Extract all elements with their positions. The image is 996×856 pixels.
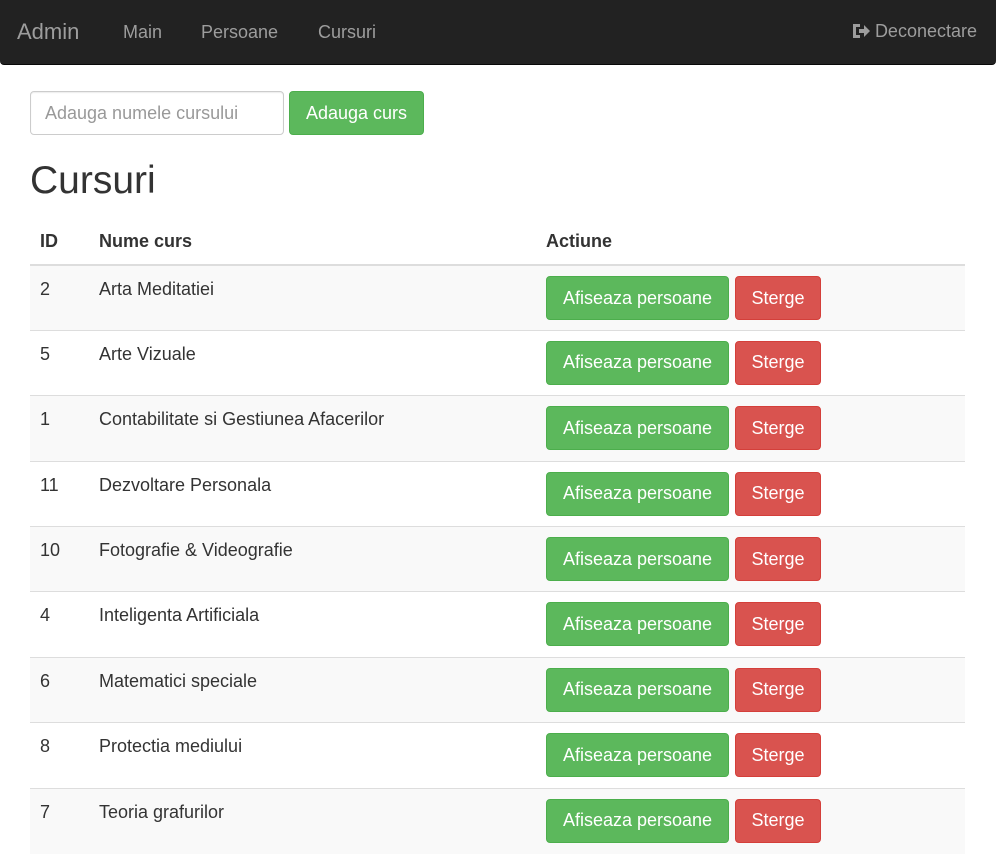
show-persons-button[interactable]: Afiseaza persoane [546, 340, 729, 385]
logout-icon [851, 22, 871, 40]
logout-link[interactable]: Deconectare [851, 21, 977, 41]
table-row: 11 Dezvoltare Personala Afiseaza persoane S… [30, 460, 965, 527]
course-name: Contabilitate si Gestiunea Afacerilor [89, 395, 536, 462]
nav-link-cursuri[interactable]: Cursuri [318, 22, 376, 42]
header-action: Actiune [536, 219, 965, 266]
show-persons-button[interactable]: Afiseaza persoane [546, 667, 729, 712]
table-row: 10 Fotografie & Videografie Afiseaza perso… [30, 526, 965, 592]
row-actions: Afiseaza persoane Sterge [536, 722, 965, 789]
table-row: 5 Arte Vizuale Afiseaza persoane Sterge [30, 329, 965, 396]
course-id: 6 [30, 656, 89, 723]
table-row: 4 Inteligenta Artificiala Afiseaza persoan… [30, 591, 965, 658]
delete-button[interactable]: Sterge [735, 340, 821, 385]
show-persons-button[interactable]: Afiseaza persoane [546, 733, 729, 778]
delete-button[interactable]: Sterge [735, 471, 821, 516]
row-actions: Afiseaza persoane Sterge [536, 395, 965, 462]
table-row: 8 Protectia mediului Afiseaza persoane Ster… [30, 722, 965, 789]
show-persons-button[interactable]: Afiseaza persoane [546, 471, 729, 516]
row-actions: Afiseaza persoane Sterge [536, 264, 965, 331]
course-name: Matematici speciale [89, 656, 536, 723]
delete-button[interactable]: Sterge [735, 537, 821, 582]
course-name: Teoria grafurilor [89, 787, 536, 854]
navbar-brand[interactable]: Admin [17, 18, 79, 46]
course-name-input[interactable] [30, 91, 284, 135]
page-title: Cursuri [30, 159, 156, 202]
logout-label: Deconectare [874, 21, 977, 41]
course-id: 2 [30, 264, 89, 331]
header-name: Nume curs [89, 219, 536, 266]
row-actions: Afiseaza persoane Sterge [536, 460, 965, 527]
show-persons-button[interactable]: Afiseaza persoane [546, 602, 729, 647]
table-row: 6 Matematici speciale Afiseaza persoane Ste… [30, 656, 965, 723]
delete-button[interactable]: Sterge [735, 406, 821, 451]
row-actions: Afiseaza persoane Sterge [536, 656, 965, 723]
show-persons-button[interactable]: Afiseaza persoane [546, 406, 729, 451]
course-id: 8 [30, 722, 89, 789]
course-name: Inteligenta Artificiala [89, 591, 536, 658]
delete-button[interactable]: Sterge [735, 276, 821, 320]
delete-button[interactable]: Sterge [735, 798, 821, 843]
course-id: 4 [30, 591, 89, 658]
course-name: Dezvoltare Personala [89, 460, 536, 527]
course-id: 5 [30, 329, 89, 396]
courses-table: ID Nume curs Actiune 2 Arta Meditatiei Afi… [30, 219, 965, 854]
show-persons-button[interactable]: Afiseaza persoane [546, 276, 729, 320]
delete-button[interactable]: Sterge [735, 667, 821, 712]
navbar: Admin Main Persoane Cursuri Deconectare [0, 0, 996, 65]
nav-link-main[interactable]: Main [123, 22, 162, 42]
row-actions: Afiseaza persoane Sterge [536, 591, 965, 658]
nav-link-persoane[interactable]: Persoane [201, 22, 278, 42]
header-id: ID [30, 219, 89, 266]
course-name: Arta Meditatiei [89, 264, 536, 331]
course-id: 7 [30, 787, 89, 854]
table-row: 2 Arta Meditatiei Afiseaza persoane Sterge [30, 264, 965, 331]
row-actions: Afiseaza persoane Sterge [536, 526, 965, 592]
delete-button[interactable]: Sterge [735, 733, 821, 778]
table-row: 7 Teoria grafurilor Afiseaza persoane Sterg… [30, 787, 965, 854]
show-persons-button[interactable]: Afiseaza persoane [546, 798, 729, 843]
course-id: 11 [30, 460, 89, 527]
delete-button[interactable]: Sterge [735, 602, 821, 647]
row-actions: Afiseaza persoane Sterge [536, 329, 965, 396]
add-course-form: Adauga curs [30, 91, 424, 135]
table-header-row: ID Nume curs Actiune [30, 219, 965, 266]
course-id: 10 [30, 526, 89, 592]
add-course-button[interactable]: Adauga curs [289, 91, 424, 135]
course-name: Arte Vizuale [89, 329, 536, 396]
show-persons-button[interactable]: Afiseaza persoane [546, 537, 729, 582]
course-name: Fotografie & Videografie [89, 526, 536, 592]
row-actions: Afiseaza persoane Sterge [536, 787, 965, 854]
table-row: 1 Contabilitate si Gestiunea Afacerilor Af… [30, 395, 965, 462]
course-name: Protectia mediului [89, 722, 536, 789]
course-id: 1 [30, 395, 89, 462]
